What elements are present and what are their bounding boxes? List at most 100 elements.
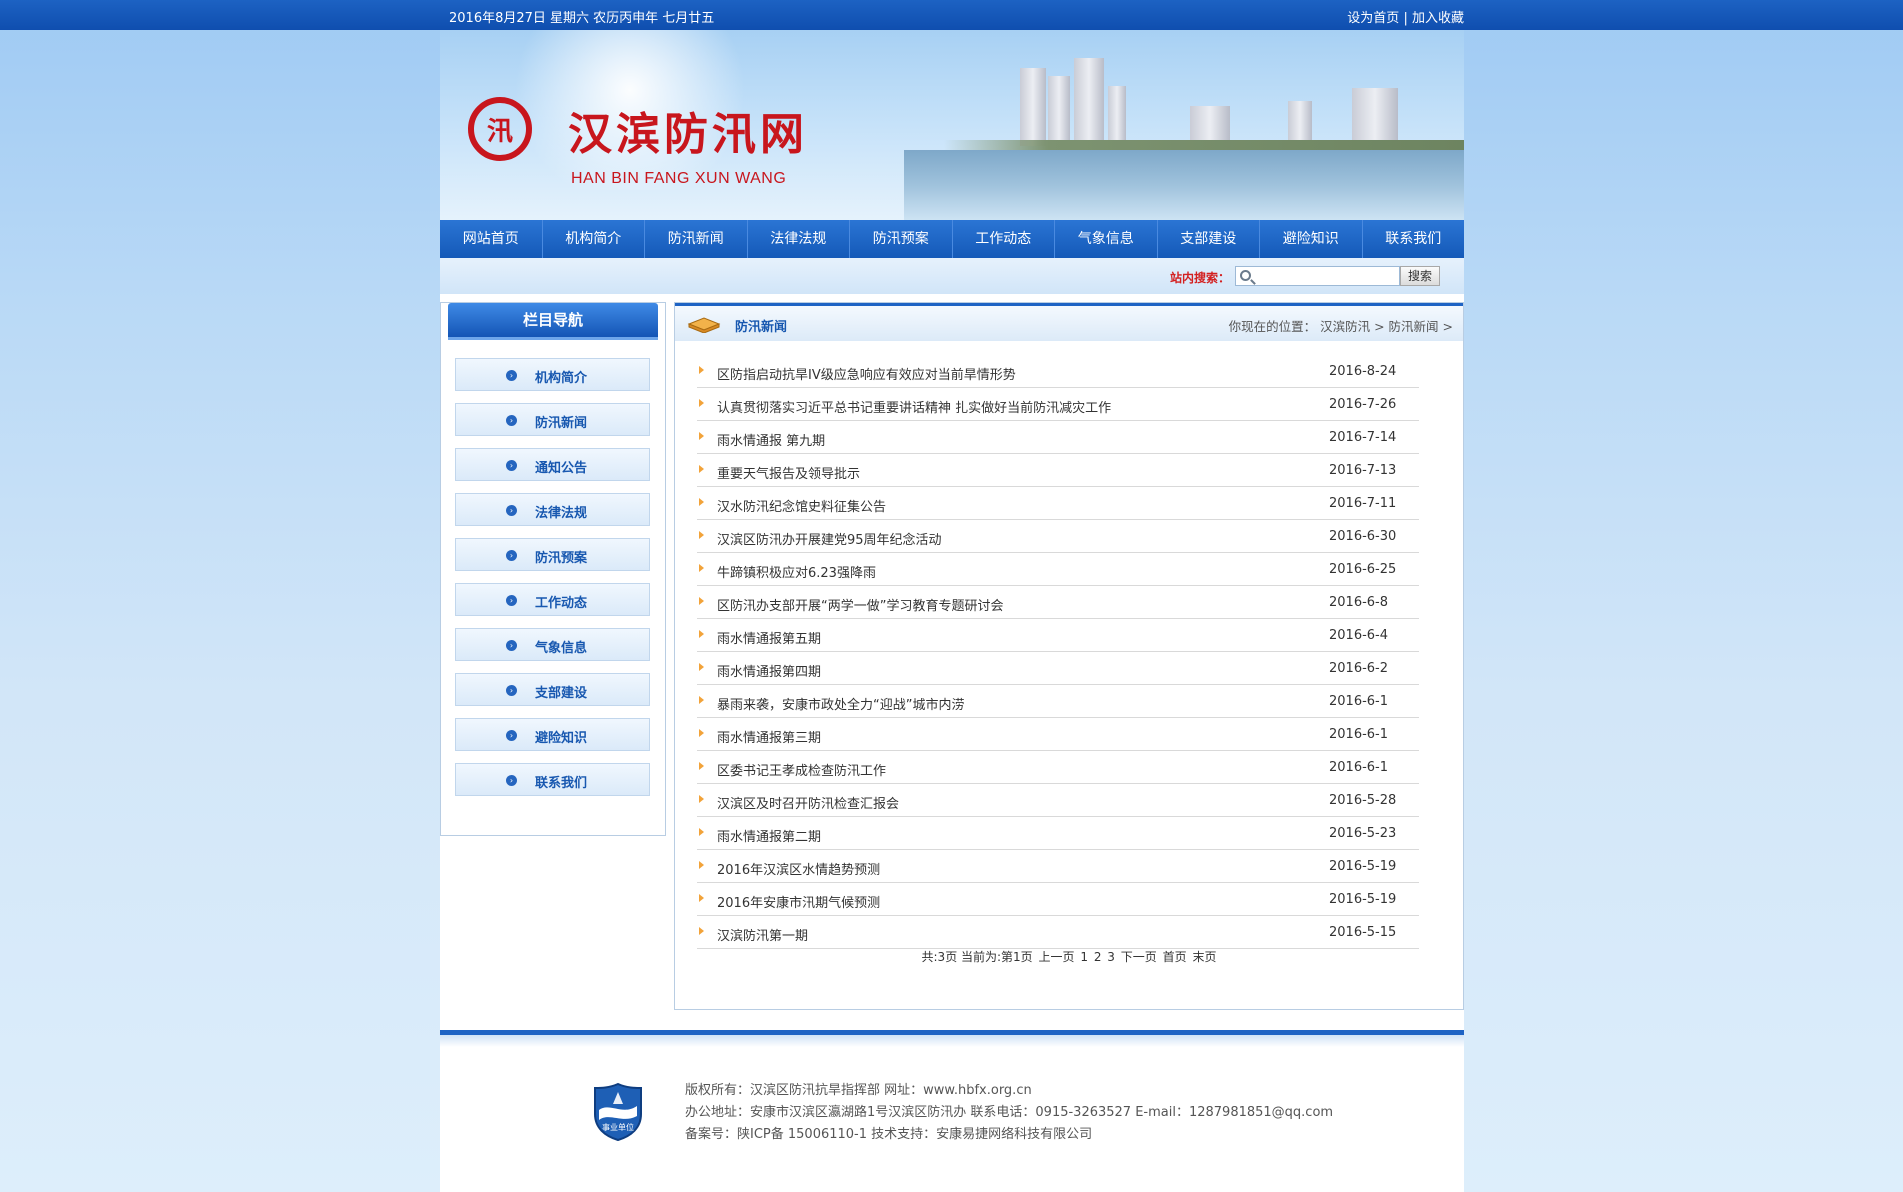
nav-home[interactable]: 网站首页 bbox=[440, 220, 543, 258]
news-title-link[interactable]: 汉滨区防汛办开展建党95周年纪念活动 bbox=[717, 529, 942, 548]
list-item: 汉水防汛纪念馆史料征集公告 2016-7-11 bbox=[697, 487, 1419, 520]
news-list: 区防指启动抗旱IV级应急响应有效应对当前旱情形势 2016-8-24 认真贯彻落实… bbox=[697, 355, 1419, 949]
city-building bbox=[1074, 58, 1104, 146]
news-title-link[interactable]: 雨水情通报第二期 bbox=[717, 826, 821, 845]
city-building bbox=[1352, 88, 1398, 146]
sidebar-item-plans[interactable]: › 防汛预案 bbox=[455, 538, 650, 571]
city-building bbox=[1020, 68, 1046, 146]
nav-weather[interactable]: 气象信息 bbox=[1055, 220, 1158, 258]
news-date: 2016-7-11 bbox=[1329, 496, 1397, 511]
nav-about[interactable]: 机构简介 bbox=[543, 220, 645, 258]
news-panel: 防汛新闻 你现在的位置： 汉滨防汛 > 防汛新闻 > 区防指启动抗旱IV级应急响… bbox=[674, 302, 1464, 1010]
pager-page-2[interactable]: 2 bbox=[1094, 950, 1102, 964]
news-date: 2016-5-15 bbox=[1329, 925, 1397, 940]
sidebar-item-party-branch[interactable]: › 支部建设 bbox=[455, 673, 650, 706]
news-title-link[interactable]: 雨水情通报第四期 bbox=[717, 661, 821, 680]
pager-next[interactable]: 下一页 bbox=[1121, 950, 1157, 964]
sidebar-item-label: 通知公告 bbox=[535, 461, 588, 476]
list-item: 2016年安康市汛期气候预测 2016-5-19 bbox=[697, 883, 1419, 916]
nav-circle-icon: › bbox=[506, 460, 517, 471]
breadcrumb: 你现在的位置： 汉滨防汛 > 防汛新闻 > bbox=[1228, 319, 1453, 334]
arrow-bullet-icon bbox=[699, 597, 704, 605]
content-area: 栏目导航 › 机构简介 › 防汛新闻 › 通知公告 › 法律法规 › 防汛预案 › 工作动态… bbox=[440, 294, 1464, 1030]
news-title-link[interactable]: 认真贯彻落实习近平总书记重要讲话精神 扎实做好当前防汛减灾工作 bbox=[717, 397, 1111, 416]
city-building bbox=[1048, 76, 1070, 146]
pagination: 共:3页 当前为:第1页 上一页 1 2 3 下一页 首页 末页 bbox=[675, 948, 1463, 965]
news-date: 2016-5-19 bbox=[1329, 859, 1397, 874]
news-title-link[interactable]: 牛蹄镇积极应对6.23强降雨 bbox=[717, 562, 876, 581]
sidebar-item-safety[interactable]: › 避险知识 bbox=[455, 718, 650, 751]
pager-prev[interactable]: 上一页 bbox=[1039, 950, 1075, 964]
top-bar: 2016年8月27日 星期六 农历丙申年 七月廿五 设为首页 | 加入收藏 bbox=[0, 0, 1903, 30]
arrow-bullet-icon bbox=[699, 663, 704, 671]
sidebar-item-label: 机构简介 bbox=[535, 371, 588, 386]
sidebar-item-laws[interactable]: › 法律法规 bbox=[455, 493, 650, 526]
arrow-bullet-icon bbox=[699, 366, 704, 374]
news-title-link[interactable]: 汉滨区及时召开防汛检查汇报会 bbox=[717, 793, 899, 812]
news-title-link[interactable]: 2016年安康市汛期气候预测 bbox=[717, 892, 880, 911]
pager-summary: 共:3页 当前为:第1页 bbox=[921, 950, 1033, 964]
list-item: 暴雨来袭，安康市政处全力“迎战”城市内涝 2016-6-1 bbox=[697, 685, 1419, 718]
add-favorite-link[interactable]: 加入收藏 bbox=[1412, 11, 1464, 26]
sidebar: 栏目导航 › 机构简介 › 防汛新闻 › 通知公告 › 法律法规 › 防汛预案 › 工作动态… bbox=[440, 302, 666, 836]
news-title-link[interactable]: 暴雨来袭，安康市政处全力“迎战”城市内涝 bbox=[717, 694, 964, 713]
nav-laws[interactable]: 法律法规 bbox=[748, 220, 850, 258]
nav-contact[interactable]: 联系我们 bbox=[1363, 220, 1465, 258]
news-title-link[interactable]: 汉水防汛纪念馆史料征集公告 bbox=[717, 496, 886, 515]
arrow-bullet-icon bbox=[699, 696, 704, 704]
news-title-link[interactable]: 汉滨防汛第一期 bbox=[717, 925, 808, 944]
list-item: 汉滨区及时召开防汛检查汇报会 2016-5-28 bbox=[697, 784, 1419, 817]
set-home-link[interactable]: 设为首页 bbox=[1347, 11, 1399, 26]
news-title-link[interactable]: 雨水情通报第三期 bbox=[717, 727, 821, 746]
separator: | bbox=[1403, 11, 1408, 26]
nav-plans[interactable]: 防汛预案 bbox=[850, 220, 953, 258]
nav-circle-icon: › bbox=[506, 640, 517, 651]
nav-flood-news[interactable]: 防汛新闻 bbox=[645, 220, 748, 258]
news-title-link[interactable]: 区防汛办支部开展“两学一做”学习教育专题研讨会 bbox=[717, 595, 1003, 614]
news-date: 2016-7-26 bbox=[1329, 397, 1397, 412]
news-title-link[interactable]: 重要天气报告及领导批示 bbox=[717, 463, 860, 482]
arrow-bullet-icon bbox=[699, 531, 704, 539]
news-date: 2016-6-1 bbox=[1329, 760, 1389, 775]
sidebar-item-weather[interactable]: › 气象信息 bbox=[455, 628, 650, 661]
news-title-link[interactable]: 区委书记王孝成检查防汛工作 bbox=[717, 760, 886, 779]
sidebar-item-contact[interactable]: › 联系我们 bbox=[455, 763, 650, 796]
search-box bbox=[1235, 266, 1400, 286]
sidebar-item-flood-news[interactable]: › 防汛新闻 bbox=[455, 403, 650, 436]
pager-page-3[interactable]: 3 bbox=[1107, 950, 1115, 964]
panel-title: 防汛新闻 bbox=[735, 320, 788, 335]
news-date: 2016-7-14 bbox=[1329, 430, 1397, 445]
list-item: 雨水情通报第三期 2016-6-1 bbox=[697, 718, 1419, 751]
pager-page-1[interactable]: 1 bbox=[1080, 950, 1088, 964]
nav-circle-icon: › bbox=[506, 370, 517, 381]
sidebar-item-work-updates[interactable]: › 工作动态 bbox=[455, 583, 650, 616]
nav-safety[interactable]: 避险知识 bbox=[1260, 220, 1363, 258]
header-banner: 汛 汉滨防汛网 HAN BIN FANG XUN WANG bbox=[440, 30, 1464, 220]
news-title-link[interactable]: 2016年汉滨区水情趋势预测 bbox=[717, 859, 880, 878]
list-item: 汉滨防汛第一期 2016-5-15 bbox=[697, 916, 1419, 949]
site-title: 汉滨防汛网 bbox=[568, 109, 808, 160]
nav-circle-icon: › bbox=[506, 415, 517, 426]
badge-text: 事业单位 bbox=[602, 1122, 634, 1132]
footer-info: 版权所有：汉滨区防汛抗旱指挥部 网址：www.hbfx.org.cn 办公地址：… bbox=[685, 1080, 1333, 1146]
pager-last[interactable]: 末页 bbox=[1192, 950, 1216, 964]
search-input[interactable] bbox=[1258, 268, 1396, 284]
news-title-link[interactable]: 雨水情通报 第九期 bbox=[717, 430, 825, 449]
pager-first[interactable]: 首页 bbox=[1163, 950, 1187, 964]
sidebar-item-notices[interactable]: › 通知公告 bbox=[455, 448, 650, 481]
news-date: 2016-6-25 bbox=[1329, 562, 1397, 577]
arrow-bullet-icon bbox=[699, 927, 704, 935]
news-title-link[interactable]: 区防指启动抗旱IV级应急响应有效应对当前旱情形势 bbox=[717, 364, 1016, 383]
nav-party-branch[interactable]: 支部建设 bbox=[1158, 220, 1260, 258]
nav-circle-icon: › bbox=[506, 505, 517, 516]
nav-work-updates[interactable]: 工作动态 bbox=[953, 220, 1055, 258]
list-item: 雨水情通报第五期 2016-6-4 bbox=[697, 619, 1419, 652]
list-item: 重要天气报告及领导批示 2016-7-13 bbox=[697, 454, 1419, 487]
news-title-link[interactable]: 雨水情通报第五期 bbox=[717, 628, 821, 647]
news-date: 2016-5-28 bbox=[1329, 793, 1397, 808]
logo-mark: 汛 bbox=[468, 97, 532, 161]
arrow-bullet-icon bbox=[699, 762, 704, 770]
sidebar-item-about[interactable]: › 机构简介 bbox=[455, 358, 650, 391]
search-button[interactable]: 搜索 bbox=[1400, 266, 1440, 286]
public-institution-badge-icon: 事业单位 bbox=[594, 1082, 642, 1142]
